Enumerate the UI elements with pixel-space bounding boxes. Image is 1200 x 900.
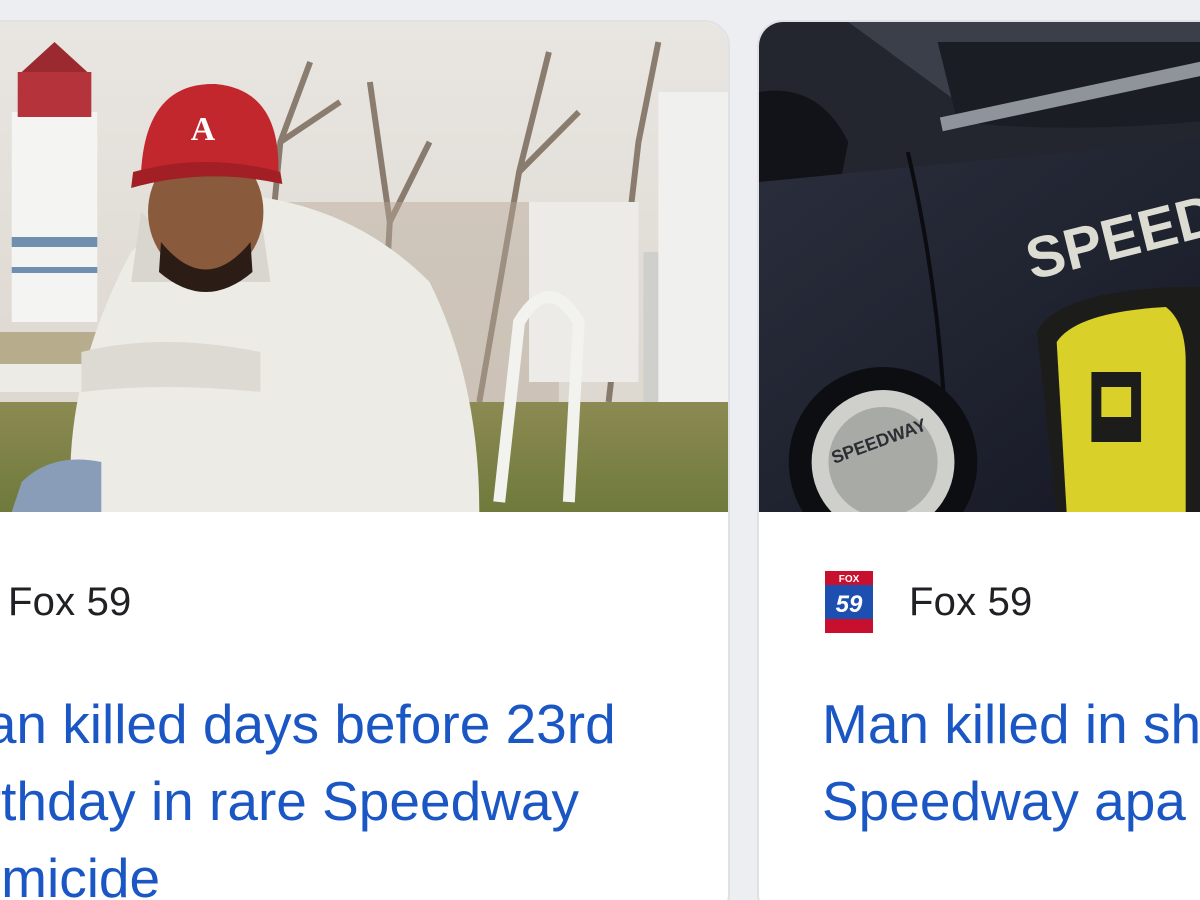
svg-text:A: A (191, 111, 216, 148)
headline-line-2: Speedway apa (822, 770, 1186, 832)
favicon-top-text: FOX (839, 574, 860, 585)
news-card-1-headline[interactable]: Man killed days before 23rd birthday in … (0, 686, 616, 900)
fox59-logo-icon: FOX 59 (825, 571, 873, 633)
news-card-2-headline[interactable]: Man killed in sh Speedway apa (822, 686, 1200, 840)
news-card-2[interactable]: SPEED SPEEDWAY FOX 59 Fox 59 Man killed … (757, 20, 1200, 900)
news-card-2-source: FOX 59 Fox 59 (825, 570, 1033, 634)
source-name: Fox 59 (8, 579, 132, 624)
fox59-favicon: FOX 59 (825, 571, 873, 633)
thumbnail-image: SPEED SPEEDWAY (759, 22, 1200, 512)
news-card-2-thumbnail[interactable]: SPEED SPEEDWAY (759, 22, 1200, 512)
news-carousel: A Fox 59 Man killed days before 23rd bir… (0, 0, 1200, 900)
headline-line-1: Man killed in sh (822, 693, 1200, 755)
favicon-number: 59 (836, 591, 863, 618)
news-card-1[interactable]: A Fox 59 Man killed days before 23rd bir… (0, 20, 730, 900)
thumbnail-image: A (0, 22, 728, 512)
headline-line-1: Man killed days before 23rd (0, 693, 616, 755)
headline-line-3: homicide (0, 847, 161, 900)
news-card-1-thumbnail[interactable]: A (0, 22, 728, 512)
news-card-1-source: Fox 59 (8, 570, 132, 634)
source-name: Fox 59 (909, 579, 1033, 624)
headline-line-2: birthday in rare Speedway (0, 770, 579, 832)
